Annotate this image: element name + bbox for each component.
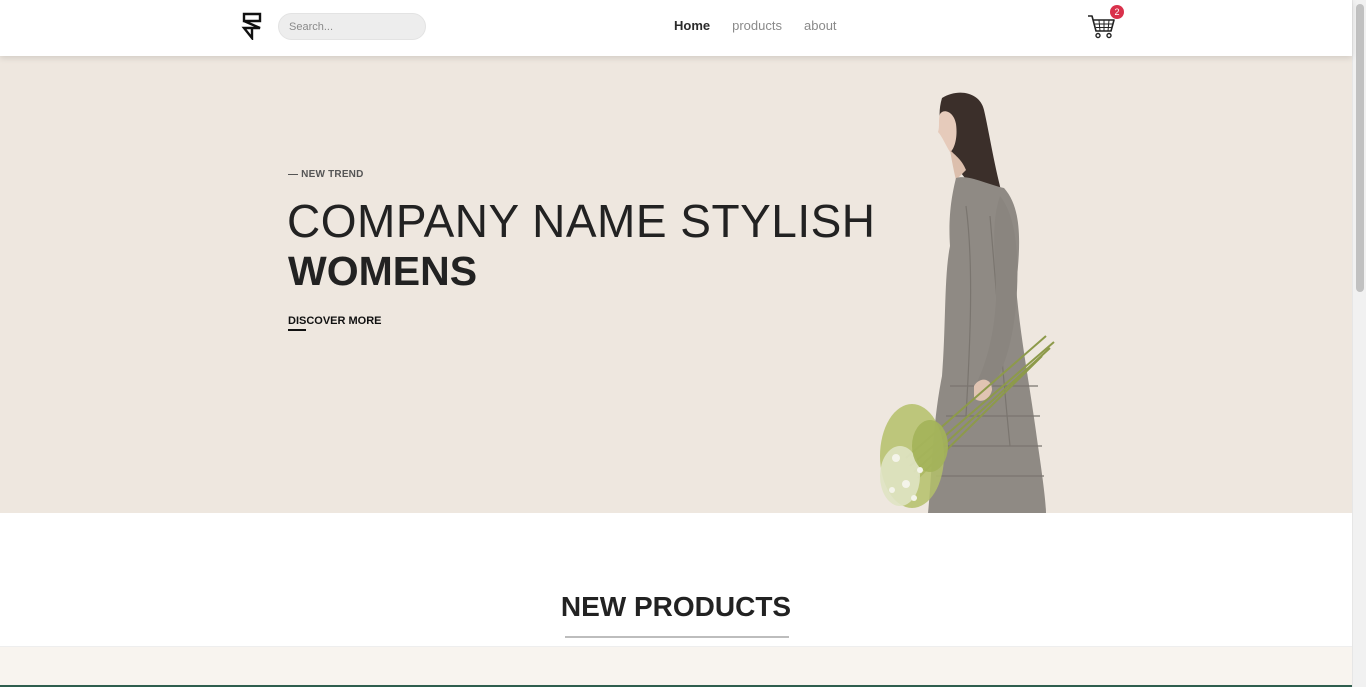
cart-count-badge: 2 (1110, 5, 1124, 19)
nav-home-link[interactable]: Home (674, 18, 710, 33)
top-navbar: Home products about 2 (0, 0, 1352, 56)
nav-products-link[interactable]: products (732, 18, 782, 33)
main-nav: Home products about (674, 18, 859, 33)
hero-banner: — NEW TREND COMPANY NAME STYLISH WOMENS … (0, 56, 1352, 513)
products-section (0, 646, 1352, 687)
framer-logo-icon[interactable] (240, 12, 264, 42)
hero-model-image (880, 92, 1055, 513)
discover-more-link[interactable]: DISCOVER MORE (288, 315, 382, 327)
hero-title: COMPANY NAME STYLISH (287, 195, 876, 247)
heading-underline (565, 636, 789, 638)
vertical-scrollbar[interactable] (1352, 0, 1366, 687)
new-products-heading: NEW PRODUCTS (560, 591, 792, 622)
discover-underline (288, 329, 306, 331)
page: Home products about 2 — NEW TREND COMPAN… (0, 0, 1366, 687)
hero-subtitle: WOMENS (288, 248, 478, 294)
hero-eyebrow: — NEW TREND (288, 169, 364, 180)
scrollbar-thumb[interactable] (1356, 4, 1364, 292)
search-input[interactable] (278, 13, 426, 40)
nav-about-link[interactable]: about (804, 18, 837, 33)
